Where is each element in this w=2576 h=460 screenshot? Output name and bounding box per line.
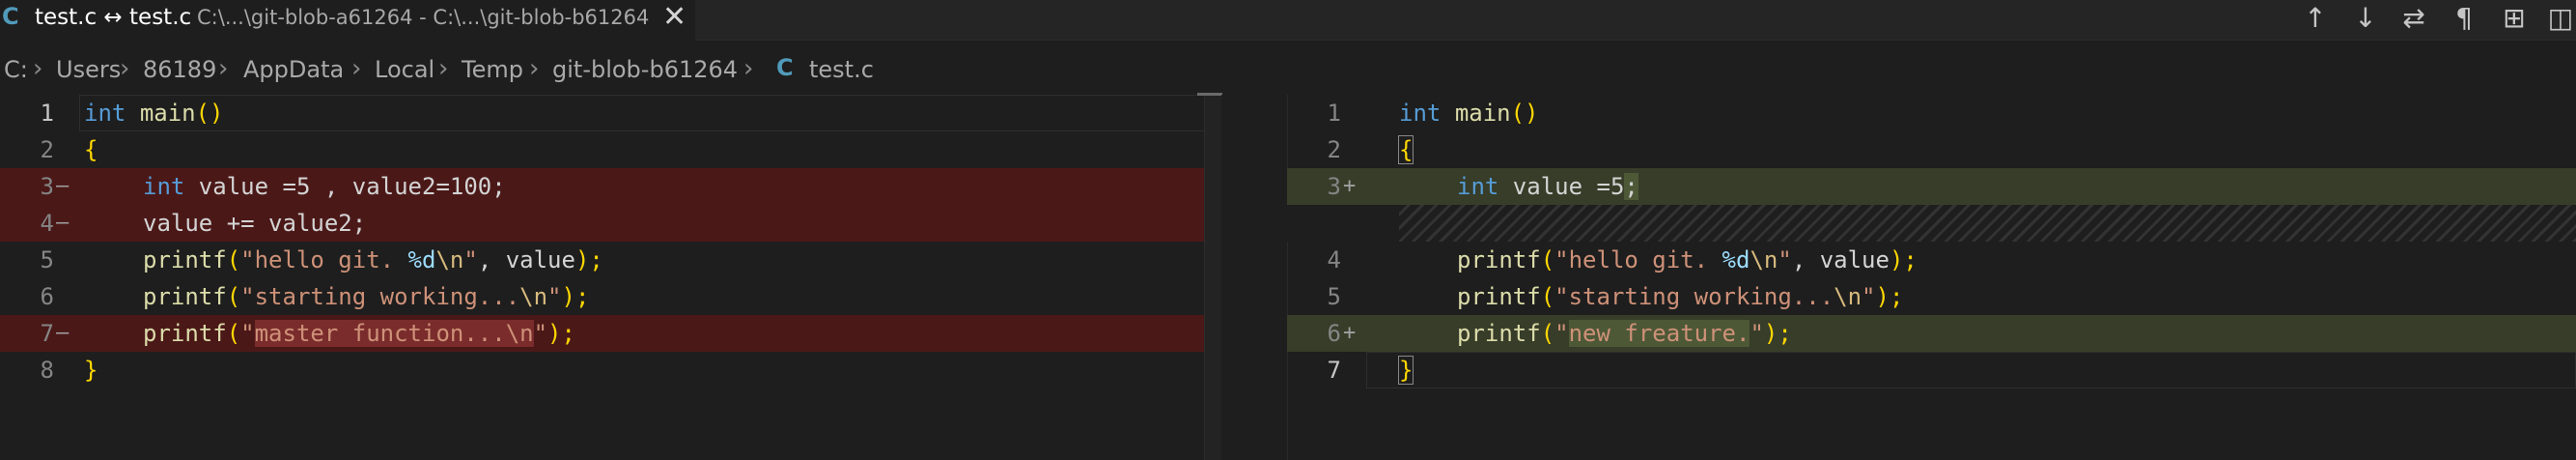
- line-number: 2: [1327, 136, 1341, 163]
- code-line: 4 printf("hello git. %d\n", value);: [1287, 242, 2576, 278]
- c-language-icon: C: [2, 3, 19, 30]
- code-text: {: [84, 136, 98, 163]
- chevron-right-icon: ›: [351, 54, 362, 83]
- code-text: printf("master function...\n");: [143, 320, 575, 347]
- code-text: printf("hello git. %d\n", value);: [1457, 246, 1918, 273]
- chevron-right-icon: ›: [529, 54, 540, 83]
- arrow-up-icon[interactable]: ↑: [2296, 0, 2335, 41]
- c-file-icon: C: [776, 54, 794, 81]
- code-text: int main(): [1399, 100, 1539, 127]
- tab-description: C:\...\git-blob-a61264 - C:\...\git-blob…: [197, 6, 650, 29]
- code-line: 5 printf("hello git. %d\n", value);: [0, 242, 1221, 278]
- breadcrumb-item[interactable]: Local: [375, 56, 434, 83]
- close-icon[interactable]: ✕: [662, 1, 686, 34]
- breadcrumb-item[interactable]: Users: [56, 56, 121, 83]
- code-text: {: [1397, 135, 1414, 164]
- code-line: 5 printf("starting working...\n");: [1287, 278, 2576, 315]
- breadcrumb-item[interactable]: git-blob-b61264: [552, 56, 738, 83]
- tab-title: test.c ↔ test.c: [35, 5, 192, 30]
- original-editor-scrollbar[interactable]: [1204, 95, 1221, 460]
- code-text: int value =5;: [1457, 173, 1638, 200]
- arrow-down-icon[interactable]: ↓: [2346, 0, 2385, 41]
- original-editor[interactable]: 1 int main() 2 { 3 — int value =5 , valu…: [0, 95, 1221, 460]
- breadcrumb-item[interactable]: AppData: [243, 56, 344, 83]
- tab-diff-test-c[interactable]: C test.c ↔ test.c C:\...\git-blob-a61264…: [0, 0, 695, 41]
- chevron-right-icon: ›: [438, 54, 449, 83]
- code-line: 7 }: [1287, 352, 2576, 388]
- inserted-line: 6 + printf("new freature.");: [1287, 315, 2576, 352]
- line-number: 5: [1327, 283, 1341, 310]
- removed-marker: —: [56, 321, 70, 345]
- chevron-right-icon: ›: [120, 54, 130, 83]
- diff-filler: [1287, 205, 2576, 242]
- code-line: 2 {: [0, 131, 1221, 168]
- code-text: value += value2;: [143, 210, 367, 237]
- breadcrumb-item[interactable]: Temp: [462, 56, 523, 83]
- chevron-right-icon: ›: [743, 54, 754, 83]
- code-line: 6 printf("starting working...\n");: [0, 278, 1221, 315]
- pilcrow-whitespace-icon[interactable]: ¶: [2445, 0, 2483, 41]
- line-number: 3: [1327, 173, 1341, 200]
- split-editor-icon[interactable]: ◫: [2541, 0, 2576, 41]
- code-line: 1 int main(): [1287, 95, 2576, 131]
- code-text: printf("new freature.");: [1457, 320, 1792, 347]
- code-line: 1 int main(): [0, 95, 1221, 131]
- chevron-right-icon: ›: [218, 54, 229, 83]
- breadcrumb-item[interactable]: 86189: [143, 56, 216, 83]
- inserted-marker: +: [1343, 321, 1357, 345]
- code-text: printf("hello git. %d\n", value);: [143, 246, 603, 273]
- removed-line: 3 — int value =5 , value2=100;: [0, 168, 1221, 205]
- chevron-right-icon: ›: [33, 54, 43, 83]
- code-text: }: [1397, 356, 1414, 385]
- diff-sash[interactable]: [1221, 95, 1287, 460]
- line-number: 4: [1327, 246, 1341, 273]
- line-number: 7: [40, 320, 54, 347]
- line-number: 5: [40, 246, 54, 273]
- line-number: 3: [40, 173, 54, 200]
- inserted-line: 3 + int value =5;: [1287, 168, 2576, 205]
- code-text: }: [84, 357, 98, 384]
- line-number: 8: [40, 357, 54, 384]
- code-text: printf("starting working...\n");: [143, 283, 590, 310]
- code-text: int main(): [84, 100, 224, 127]
- line-number: 7: [1327, 357, 1341, 384]
- line-number: 4: [40, 210, 54, 237]
- modified-editor[interactable]: 1 int main() 2 { 3 + int value =5; 4 pri…: [1287, 95, 2576, 460]
- line-number: 6: [40, 283, 54, 310]
- code-text: printf("starting working...\n");: [1457, 283, 1904, 310]
- breadcrumb-file[interactable]: test.c: [809, 56, 874, 83]
- code-text: int value =5 , value2=100;: [143, 173, 506, 200]
- line-number: 6: [1327, 320, 1341, 347]
- breadcrumb-item[interactable]: C:: [4, 56, 28, 83]
- swap-sides-icon[interactable]: ⇄: [2394, 0, 2433, 41]
- code-line: 2 {: [1287, 131, 2576, 168]
- removed-line: 7 — printf("master function...\n");: [0, 315, 1221, 352]
- open-file-icon[interactable]: ⊞: [2495, 0, 2534, 41]
- removed-marker: —: [56, 174, 70, 198]
- removed-marker: —: [56, 211, 70, 235]
- line-number: 2: [40, 136, 54, 163]
- scrollbar-thumb[interactable]: [1197, 93, 1222, 96]
- removed-line: 4 — value += value2;: [0, 205, 1221, 242]
- gutter-filler: [1287, 205, 1399, 242]
- removed-text: master function...\n: [254, 320, 534, 347]
- inserted-marker: +: [1343, 174, 1357, 198]
- inserted-text: new freature.: [1568, 320, 1750, 347]
- tab-bar: C test.c ↔ test.c C:\...\git-blob-a61264…: [0, 0, 2576, 41]
- line-number: 1: [40, 100, 54, 127]
- line-number: 1: [1327, 100, 1341, 127]
- code-line: 8 }: [0, 352, 1221, 388]
- inserted-text: ;: [1624, 173, 1638, 200]
